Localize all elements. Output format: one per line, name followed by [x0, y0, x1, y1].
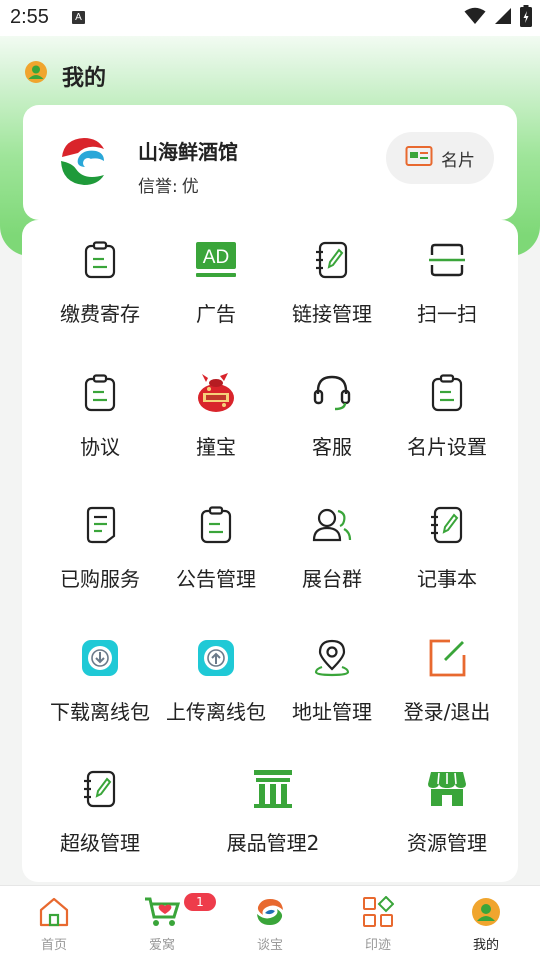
signal-icon [494, 7, 512, 29]
edit-square-icon [425, 636, 469, 680]
tab-label: 首页 [40, 938, 67, 953]
menu-item-exhibit-management-2[interactable]: 展品管理2 [211, 767, 335, 856]
booth-icon [251, 767, 295, 811]
menu-label: 撞宝 [196, 435, 236, 459]
document-icon [78, 503, 122, 547]
tab-label: 谈宝 [256, 938, 283, 953]
menu-item-upload-offline-package[interactable]: 上传离线包 [154, 636, 278, 725]
store-icon [425, 767, 469, 811]
clipboard-icon [194, 503, 238, 547]
menu-label: 下载离线包 [50, 700, 150, 724]
tab-home[interactable]: 首页 [0, 894, 108, 953]
notification-icon: A [72, 11, 85, 24]
menu-label: 登录/退出 [403, 700, 491, 724]
business-card-label: 名片 [441, 150, 475, 171]
menu-grid: 缴费寄存 AD 广告 链接管理 扫一扫 协议 撞宝 客服 名片设置 已购服务 公… [22, 220, 518, 882]
menu-item-download-offline-package[interactable]: 下载离线包 [38, 636, 162, 725]
tab-talk-treasure[interactable]: 谈宝 [216, 894, 324, 953]
menu-item-login-logout[interactable]: 登录/退出 [385, 636, 509, 725]
download-icon [78, 636, 122, 680]
menu-label: 超级管理 [60, 831, 140, 855]
menu-label: 已购服务 [60, 567, 140, 591]
battery-icon [520, 5, 532, 31]
menu-item-announcement-management[interactable]: 公告管理 [154, 503, 278, 592]
menu-label: 客服 [312, 435, 352, 459]
clipboard-icon [78, 371, 122, 415]
credit-label: 信誉: [138, 177, 178, 197]
menu-item-payment-storage[interactable]: 缴费寄存 [38, 238, 162, 327]
svg-text:AD: AD [203, 247, 229, 268]
menu-item-resource-management[interactable]: 资源管理 [385, 767, 509, 856]
ad-icon: AD [194, 238, 238, 282]
shop-logo[interactable] [58, 135, 108, 191]
upload-icon [194, 636, 238, 680]
menu-label: 地址管理 [292, 700, 372, 724]
menu-label: 公告管理 [176, 567, 256, 591]
menu-label: 扫一扫 [417, 302, 477, 326]
grid-icon [360, 894, 396, 930]
credit-value: 优 [181, 177, 199, 197]
menu-label: 协议 [80, 435, 120, 459]
menu-item-agreement[interactable]: 协议 [38, 371, 162, 460]
menu-item-ad[interactable]: AD 广告 [154, 238, 278, 327]
menu-label: 展品管理2 [226, 831, 320, 855]
shop-name: 山海鲜酒馆 [138, 140, 238, 164]
tab-mine[interactable]: 我的 [432, 894, 540, 953]
tab-love-nest[interactable]: 爱窝 1 [108, 893, 216, 953]
profile-icon [468, 894, 504, 930]
menu-item-super-admin[interactable]: 超级管理 [38, 767, 162, 856]
tab-label: 我的 [472, 938, 499, 953]
menu-label: 记事本 [417, 567, 477, 591]
menu-item-treasure[interactable]: 撞宝 [154, 371, 278, 460]
menu-label: 广告 [196, 302, 236, 326]
menu-label: 上传离线包 [166, 700, 266, 724]
menu-item-address-management[interactable]: 地址管理 [270, 636, 394, 725]
tab-label: 印迹 [364, 938, 391, 953]
menu-label: 资源管理 [407, 831, 487, 855]
bottom-tab-bar: 首页 爱窝 1 谈宝 印迹 我的 [0, 885, 540, 960]
clipboard-icon [425, 371, 469, 415]
swirl-logo-icon [252, 894, 288, 930]
cart-heart-icon [144, 894, 180, 930]
menu-label: 缴费寄存 [60, 302, 140, 326]
menu-label: 名片设置 [407, 435, 487, 459]
menu-item-booth-group[interactable]: 展台群 [270, 503, 394, 592]
menu-item-scan[interactable]: 扫一扫 [385, 238, 509, 327]
menu-item-customer-service[interactable]: 客服 [270, 371, 394, 460]
menu-label: 链接管理 [292, 302, 372, 326]
treasure-bag-icon [194, 371, 238, 415]
headset-icon [310, 371, 354, 415]
menu-label: 展台群 [302, 567, 362, 591]
menu-item-notepad[interactable]: 记事本 [385, 503, 509, 592]
status-time: 2:55 [10, 6, 49, 28]
status-bar: 2:55 A [0, 0, 540, 36]
menu-item-card-settings[interactable]: 名片设置 [385, 371, 509, 460]
profile-card: 山海鲜酒馆 信誉: 优 名片 [23, 105, 517, 220]
business-card-button[interactable]: 名片 [386, 132, 494, 184]
users-icon [310, 503, 354, 547]
credit-rating: 信誉: 优 [138, 172, 199, 197]
clipboard-icon [78, 238, 122, 282]
location-pin-icon [310, 636, 354, 680]
home-icon [36, 894, 72, 930]
notebook-pen-icon [310, 238, 354, 282]
wifi-icon [464, 7, 486, 29]
tab-footprints[interactable]: 印迹 [324, 894, 432, 953]
cart-badge: 1 [184, 893, 216, 911]
page-title: 我的 [62, 66, 107, 91]
business-card-icon [405, 145, 433, 172]
menu-item-link-management[interactable]: 链接管理 [270, 238, 394, 327]
notebook-pen-icon [425, 503, 469, 547]
tab-label: 爱窝 [148, 938, 175, 953]
scan-icon [425, 238, 469, 282]
menu-item-purchased-services[interactable]: 已购服务 [38, 503, 162, 592]
profile-icon [24, 60, 48, 88]
notebook-pen-icon [78, 767, 122, 811]
